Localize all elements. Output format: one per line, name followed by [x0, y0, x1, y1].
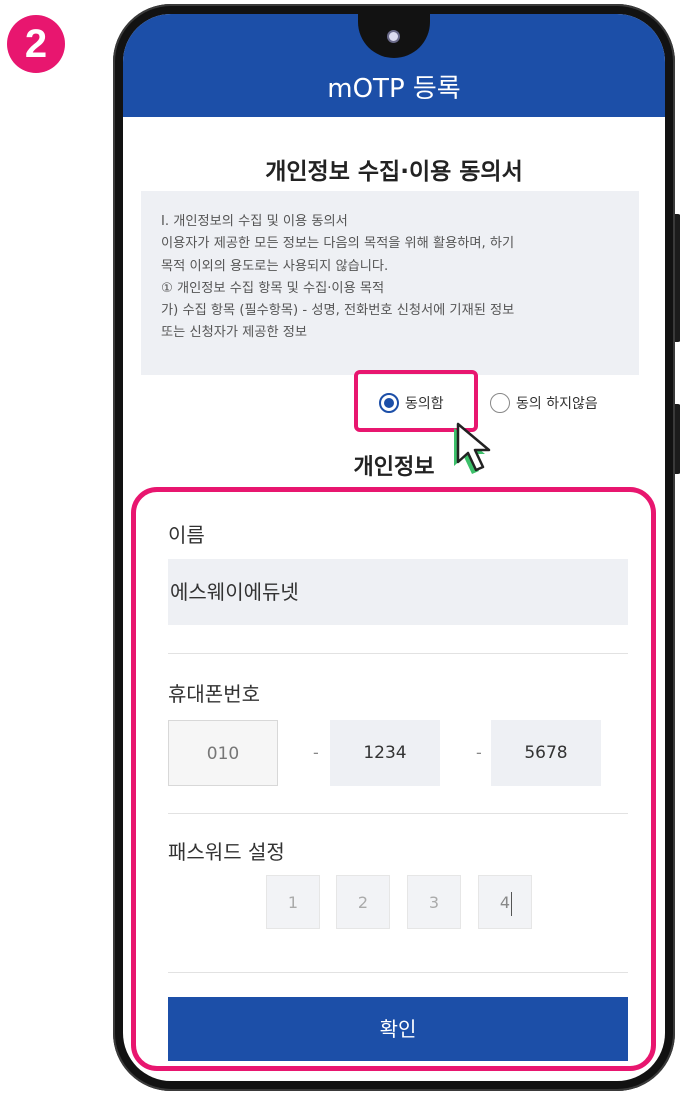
phone-separator: - [313, 743, 319, 762]
password-digit-field[interactable]: 3 [407, 875, 461, 929]
header-title: mOTP 등록 [327, 74, 461, 104]
phone-prefix-field[interactable]: 010 [168, 720, 278, 786]
volume-button [675, 214, 680, 342]
phone-last-field[interactable]: 5678 [491, 720, 601, 786]
power-button [675, 404, 680, 474]
terms-line: 이용자가 제공한 모든 정보는 다음의 목적을 위해 활용하며, 하기 [161, 236, 515, 252]
terms-line: Ⅰ. 개인정보의 수집 및 이용 동의서 [161, 214, 348, 229]
password-digit-field[interactable]: 4 [478, 875, 532, 929]
phone-screen: mOTP 등록 개인정보 수집·이용 동의서 Ⅰ. 개인정보의 수집 및 이용 … [123, 14, 665, 1081]
terms-line: 또는 신청자가 제공한 정보 [161, 325, 308, 341]
password-digit-field[interactable]: 2 [336, 875, 390, 929]
disagree-label: 동의 하지않음 [516, 396, 598, 412]
password-digit-field[interactable]: 1 [266, 875, 320, 929]
terms-box[interactable]: Ⅰ. 개인정보의 수집 및 이용 동의서 이용자가 제공한 모든 정보는 다음의… [141, 191, 639, 375]
phone-middle-field[interactable]: 1234 [330, 720, 440, 786]
name-input[interactable]: 에스웨이에듀넷 [168, 559, 628, 625]
consent-title: 개인정보 수집·이용 동의서 [265, 159, 523, 185]
name-label: 이름 [168, 523, 205, 547]
app-header: mOTP 등록 [123, 14, 665, 117]
confirm-button[interactable]: 확인 [168, 997, 628, 1061]
personal-info-title: 개인정보 [353, 455, 435, 480]
pointer-cursor-icon [454, 422, 491, 474]
camera-icon [387, 30, 400, 43]
divider [168, 813, 628, 814]
text-caret [511, 892, 512, 916]
phone-label: 휴대폰번호 [168, 682, 260, 706]
camera-notch [358, 14, 430, 58]
terms-line: ① 개인정보 수집 항목 및 수집·이용 목적 [161, 280, 385, 296]
divider [168, 653, 628, 654]
phone-separator: - [476, 743, 482, 762]
terms-line: 가) 수집 항목 (필수항목) - 성명, 전화번호 신청서에 기재된 정보 [161, 303, 515, 319]
password-label: 패스워드 설정 [168, 840, 285, 864]
phone-frame: mOTP 등록 개인정보 수집·이용 동의서 Ⅰ. 개인정보의 수집 및 이용 … [113, 4, 680, 1091]
step-number-badge: 2 [7, 15, 65, 73]
terms-line: 목적 이외의 용도로는 사용되지 않습니다. [161, 258, 389, 274]
divider [168, 972, 628, 973]
disagree-radio[interactable] [490, 393, 510, 413]
name-value: 에스웨이에듀넷 [170, 580, 299, 604]
